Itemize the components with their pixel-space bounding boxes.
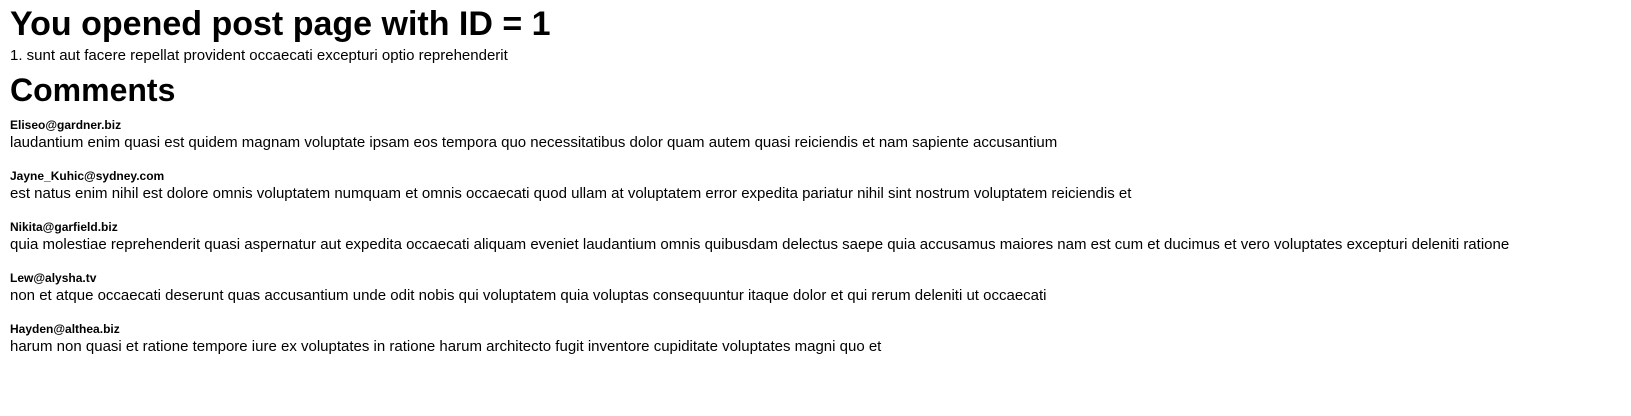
comment-body: quia molestiae reprehenderit quasi asper…	[10, 236, 1510, 253]
comment-email: Nikita@garfield.biz	[10, 220, 118, 234]
comment-email: Hayden@althea.biz	[10, 322, 120, 336]
comment-email: Eliseo@gardner.biz	[10, 118, 122, 132]
page-title: You opened post page with ID = 1	[10, 5, 551, 43]
comment-item: Jayne_Kuhic@sydney.com est natus enim ni…	[10, 168, 1621, 204]
comments-heading: Comments	[10, 72, 176, 108]
comment-body: non et atque occaecati deserunt quas acc…	[10, 287, 1047, 304]
post-page: You opened post page with ID = 1 1. sunt…	[0, 0, 1631, 357]
comment-item: Lew@alysha.tv non et atque occaecati des…	[10, 270, 1621, 306]
comment-body: laudantium enim quasi est quidem magnam …	[10, 134, 1058, 151]
comment-item: Eliseo@gardner.biz laudantium enim quasi…	[10, 117, 1621, 153]
comment-body: harum non quasi et ratione tempore iure …	[10, 338, 882, 355]
comment-email: Jayne_Kuhic@sydney.com	[10, 169, 165, 183]
comment-body: est natus enim nihil est dolore omnis vo…	[10, 185, 1132, 202]
comment-email: Lew@alysha.tv	[10, 271, 97, 285]
comment-item: Nikita@garfield.biz quia molestiae repre…	[10, 219, 1621, 255]
comments-list: Eliseo@gardner.biz laudantium enim quasi…	[10, 117, 1621, 357]
comment-item: Hayden@althea.biz harum non quasi et rat…	[10, 321, 1621, 357]
post-title: 1. sunt aut facere repellat provident oc…	[10, 47, 508, 64]
